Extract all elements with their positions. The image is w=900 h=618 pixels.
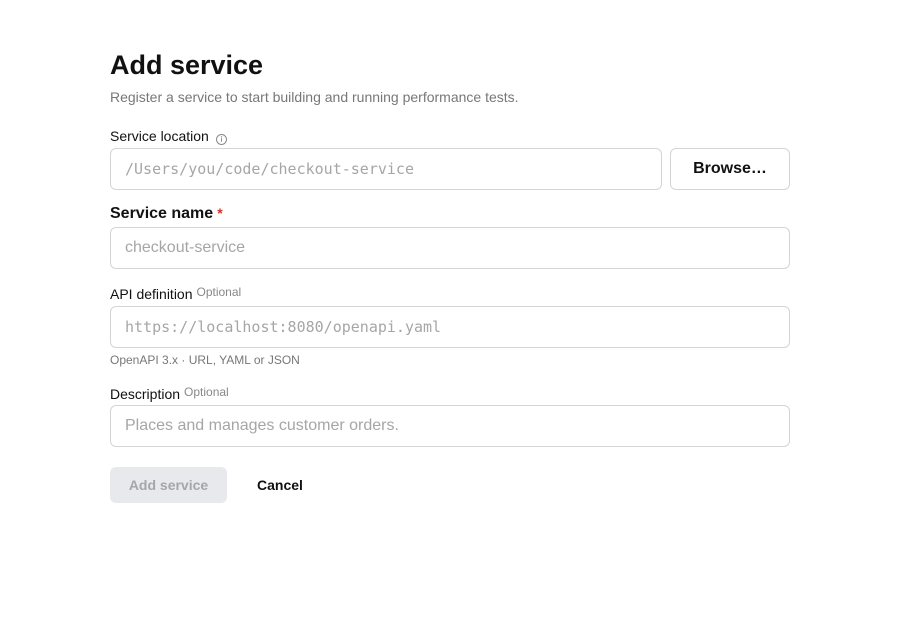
service-name-label: Service name [110,205,214,222]
optional-tag: Optional [184,385,229,399]
description-label: Description [110,386,181,402]
browse-button[interactable]: Browse… [670,148,790,190]
service-location-label-row: Service location [110,127,227,145]
description-input[interactable] [110,405,790,447]
api-definition-hint: OpenAPI 3.x · URL, YAML or JSON [110,353,300,367]
info-circle-icon[interactable] [215,133,227,145]
service-location-input[interactable] [110,148,662,190]
api-definition-label: API definition [110,286,193,302]
page-subtitle: Register a service to start building and… [110,89,519,105]
service-location-label: Service location [110,128,209,144]
api-definition-input[interactable] [110,306,790,348]
service-name-input[interactable] [110,227,790,269]
description-label-row: Description Optional [110,385,229,403]
required-marker: * [217,205,223,221]
cancel-button[interactable]: Cancel [240,467,320,503]
info-glyph [220,136,223,142]
page-title: Add service [110,50,264,80]
add-service-button[interactable]: Add service [110,467,227,503]
service-name-label-row: Service name * [110,204,223,224]
api-definition-label-row: API definition Optional [110,285,241,303]
optional-tag: Optional [196,285,242,299]
